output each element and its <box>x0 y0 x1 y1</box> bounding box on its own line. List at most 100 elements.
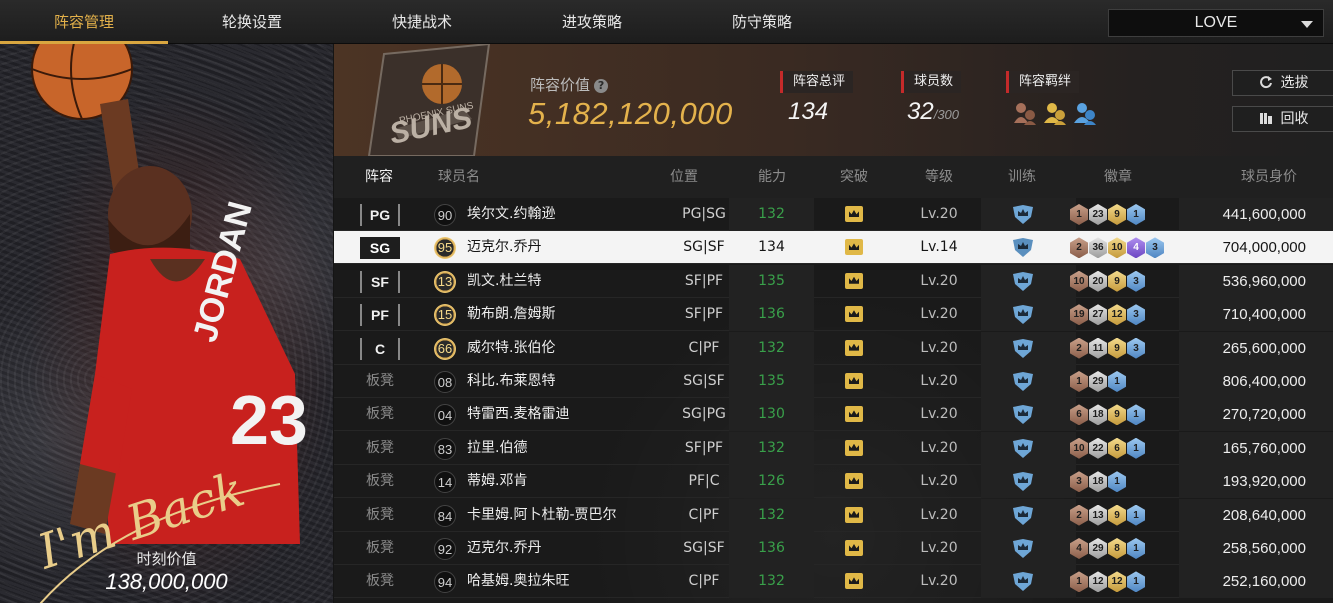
training-shield-icon[interactable] <box>1011 305 1035 325</box>
breakthrough-crown-icon[interactable] <box>845 406 863 423</box>
lineup-slot-badge[interactable]: SF <box>360 270 400 293</box>
badge-silver-icon[interactable]: 29 <box>1089 371 1107 392</box>
badge-silver-icon[interactable]: 29 <box>1089 538 1107 559</box>
badge-blue-icon[interactable]: 1 <box>1108 471 1126 493</box>
table-row[interactable]: 板凳 92 迈克尔.乔丹 SG|SF 136 Lv.20 4 29 8 1 258,560,000 <box>334 532 1333 565</box>
badge-silver-icon[interactable]: 18 <box>1089 471 1107 493</box>
table-row[interactable]: 板凳 08 科比.布莱恩特 SG|SF 135 Lv.20 1 29 1 806,400,000 <box>334 365 1333 398</box>
table-row[interactable]: 板凳 04 特雷西.麦格雷迪 SG|PG 130 Lv.20 6 18 9 1 270,720,00… <box>334 398 1333 432</box>
badge-bronze-icon[interactable]: 1 <box>1070 204 1088 225</box>
breakthrough-crown-icon[interactable] <box>845 473 863 490</box>
badge-bronze-icon[interactable]: 3 <box>1070 471 1088 493</box>
badge-bronze-icon[interactable]: 2 <box>1070 337 1088 359</box>
badge-bronze-icon[interactable]: 2 <box>1070 504 1088 526</box>
badge-blue-icon[interactable]: 3 <box>1127 270 1145 292</box>
lineup-select-dropdown[interactable]: LOVE <box>1108 9 1324 37</box>
training-shield-icon[interactable] <box>1011 572 1035 592</box>
tab-rotation-settings[interactable]: 轮换设置 <box>168 0 336 44</box>
badge-purple-icon[interactable]: 4 <box>1127 237 1145 259</box>
training-shield-icon[interactable] <box>1011 205 1035 225</box>
badge-silver-icon[interactable]: 23 <box>1089 204 1107 225</box>
tab-defense-strategy[interactable]: 防守策略 <box>678 0 846 44</box>
training-shield-icon[interactable] <box>1011 438 1035 459</box>
header-level[interactable]: 等级 <box>909 156 969 198</box>
badge-blue-icon[interactable]: 1 <box>1108 371 1126 392</box>
badge-gold-icon[interactable]: 9 <box>1108 270 1126 292</box>
table-row[interactable]: 板凳 14 蒂姆.邓肯 PF|C 126 Lv.20 3 18 1 193,920,000 <box>334 465 1333 499</box>
table-row[interactable]: SG 95 迈克尔.乔丹 SG|SF 134 Lv.14 2 36 10 4 3 704,000,00… <box>334 231 1333 265</box>
breakthrough-crown-icon[interactable] <box>845 573 863 590</box>
badge-blue-icon[interactable]: 3 <box>1146 237 1164 259</box>
badge-bronze-icon[interactable]: 10 <box>1070 270 1088 292</box>
header-lineup[interactable]: 阵容 <box>354 156 404 198</box>
table-row[interactable]: 板凳 94 哈基姆.奥拉朱旺 C|PF 132 Lv.20 1 12 12 1 252,160,00… <box>334 565 1333 599</box>
training-shield-icon[interactable] <box>1011 539 1035 559</box>
training-shield-icon[interactable] <box>1011 405 1035 425</box>
breakthrough-crown-icon[interactable] <box>845 439 863 456</box>
badge-bronze-icon[interactable]: 2 <box>1070 237 1088 259</box>
badge-blue-icon[interactable]: 3 <box>1127 304 1145 326</box>
badge-gold-icon[interactable]: 9 <box>1108 337 1126 359</box>
badge-gold-icon[interactable]: 12 <box>1108 304 1126 326</box>
badge-gold-icon[interactable]: 12 <box>1108 571 1126 593</box>
badge-blue-icon[interactable]: 1 <box>1127 571 1145 593</box>
lineup-slot-badge[interactable]: PF <box>360 304 400 327</box>
breakthrough-crown-icon[interactable] <box>845 272 863 289</box>
breakthrough-crown-icon[interactable] <box>845 506 863 523</box>
tab-lineup-management[interactable]: 阵容管理 <box>0 0 168 44</box>
training-shield-icon[interactable] <box>1011 472 1035 492</box>
badge-blue-icon[interactable]: 1 <box>1127 538 1145 559</box>
badge-gold-icon[interactable]: 8 <box>1108 538 1126 559</box>
breakthrough-crown-icon[interactable] <box>845 239 863 256</box>
lineup-slot-badge[interactable]: C <box>360 337 400 360</box>
badge-bronze-icon[interactable]: 6 <box>1070 404 1088 426</box>
badge-gold-icon[interactable]: 10 <box>1108 237 1126 259</box>
badge-gold-icon[interactable]: 9 <box>1108 404 1126 426</box>
table-row[interactable]: 板凳 84 卡里姆.阿卜杜勒-贾巴尔 C|PF 132 Lv.20 2 13 9 1 208,640… <box>334 498 1333 532</box>
badge-gold-icon[interactable]: 6 <box>1108 437 1126 459</box>
lineup-slot-badge[interactable]: PG <box>360 204 400 226</box>
badge-bronze-icon[interactable]: 1 <box>1070 371 1088 392</box>
training-shield-icon[interactable] <box>1011 338 1035 359</box>
table-row[interactable]: 板凳 83 拉里.伯德 SF|PF 132 Lv.20 10 22 6 1 165,760,000 <box>334 431 1333 465</box>
badge-gold-icon[interactable]: 9 <box>1108 204 1126 225</box>
breakthrough-crown-icon[interactable] <box>845 206 863 222</box>
badge-silver-icon[interactable]: 27 <box>1089 304 1107 326</box>
breakthrough-crown-icon[interactable] <box>845 306 863 323</box>
training-shield-icon[interactable] <box>1011 271 1035 292</box>
table-row[interactable]: PG 90 埃尔文.约翰逊 PG|SG 132 Lv.20 1 23 9 1 441,600,000 <box>334 198 1333 231</box>
training-shield-icon[interactable] <box>1011 505 1035 526</box>
tab-quick-tactics[interactable]: 快捷战术 <box>338 0 506 44</box>
header-ability[interactable]: 能力 <box>742 156 802 198</box>
badge-bronze-icon[interactable]: 4 <box>1070 538 1088 559</box>
training-shield-icon[interactable] <box>1011 238 1035 258</box>
badge-silver-icon[interactable]: 36 <box>1089 237 1107 259</box>
badge-gold-icon[interactable]: 9 <box>1108 504 1126 526</box>
table-row[interactable]: PF 15 勒布朗.詹姆斯 SF|PF 136 Lv.20 19 27 12 3 710,400,0… <box>334 298 1333 332</box>
badge-silver-icon[interactable]: 13 <box>1089 504 1107 526</box>
table-row[interactable]: SF 13 凯文.杜兰特 SF|PF 135 Lv.20 10 20 9 3 536,960,000 <box>334 264 1333 298</box>
table-row[interactable]: C 66 威尔特.张伯伦 C|PF 132 Lv.20 2 11 9 3 265,600,000 <box>334 331 1333 365</box>
recycle-button[interactable]: 回收 <box>1232 106 1333 132</box>
badge-blue-icon[interactable]: 1 <box>1127 437 1145 459</box>
breakthrough-crown-icon[interactable] <box>845 339 863 356</box>
lineup-slot-badge[interactable]: SG <box>360 237 400 260</box>
badge-silver-icon[interactable]: 20 <box>1089 270 1107 292</box>
badge-silver-icon[interactable]: 18 <box>1089 404 1107 426</box>
training-shield-icon[interactable] <box>1011 372 1035 392</box>
badge-silver-icon[interactable]: 12 <box>1089 571 1107 593</box>
badge-silver-icon[interactable]: 11 <box>1089 337 1107 359</box>
badge-bronze-icon[interactable]: 10 <box>1070 437 1088 459</box>
badge-bronze-icon[interactable]: 1 <box>1070 571 1088 593</box>
badge-blue-icon[interactable]: 3 <box>1127 337 1145 359</box>
tab-offense-strategy[interactable]: 进攻策略 <box>508 0 676 44</box>
header-player-value[interactable]: 球员身价 <box>1224 156 1314 198</box>
player-moment-card[interactable]: JORDAN 23 I'm Back 时刻价值 138,000,000 <box>0 44 333 603</box>
breakthrough-crown-icon[interactable] <box>845 540 863 556</box>
badge-blue-icon[interactable]: 1 <box>1127 504 1145 526</box>
help-icon[interactable]: ? <box>594 79 609 93</box>
bond-icons[interactable] <box>1014 101 1104 125</box>
badge-silver-icon[interactable]: 22 <box>1089 437 1107 459</box>
breakthrough-crown-icon[interactable] <box>845 373 863 389</box>
draft-button[interactable]: 选拔 <box>1232 70 1333 96</box>
